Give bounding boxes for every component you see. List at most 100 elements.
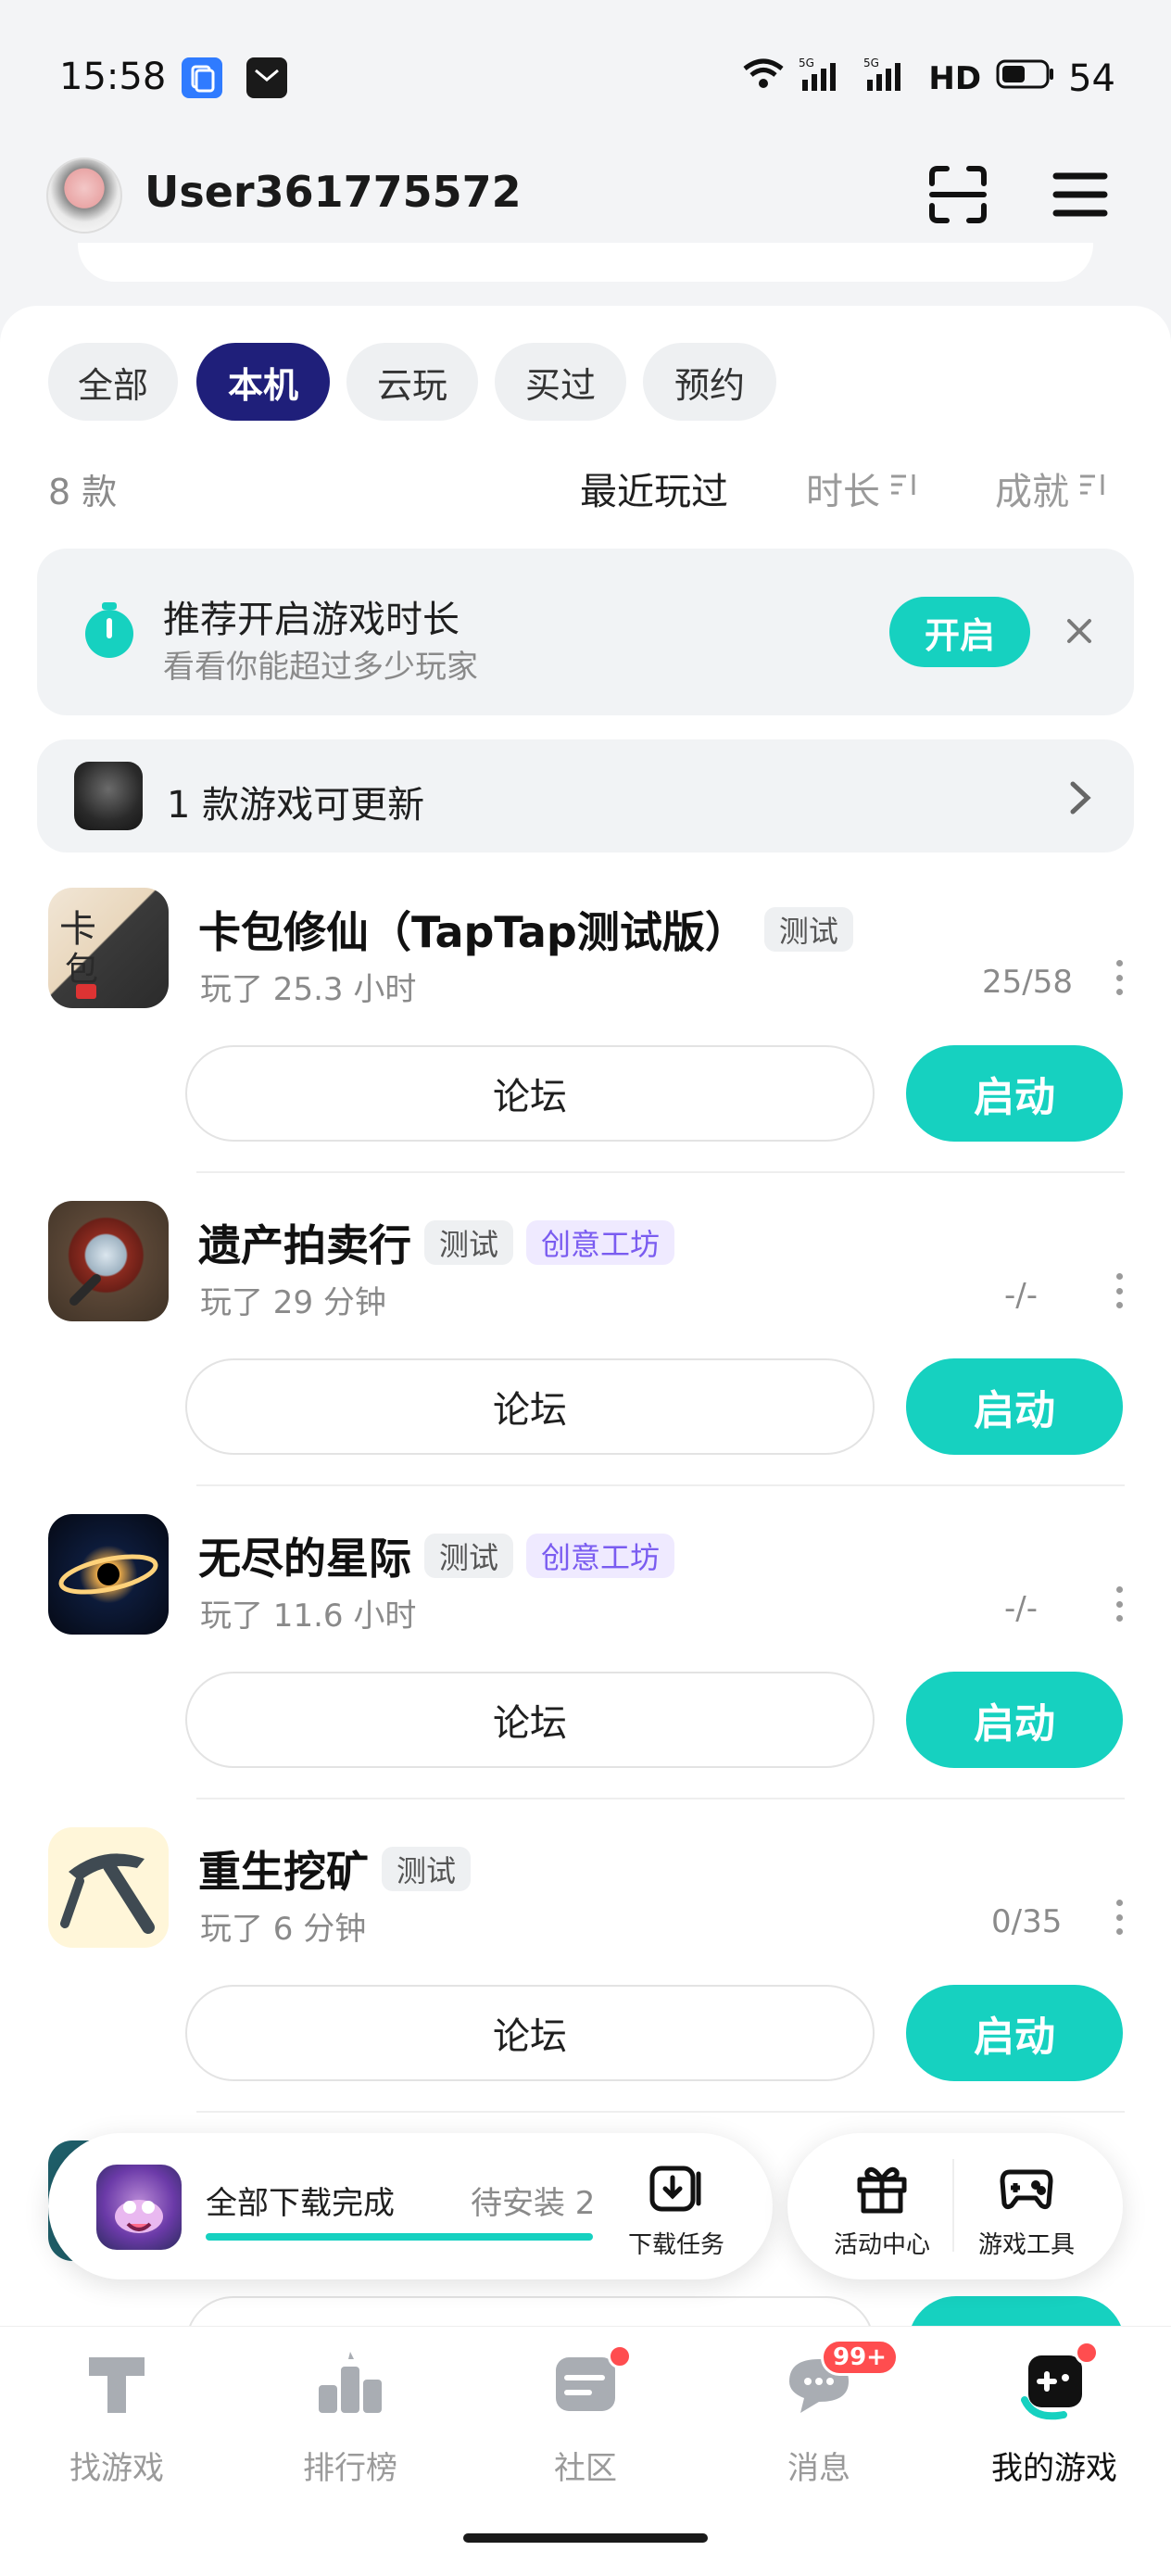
enable-playtime-button[interactable]: 开启 bbox=[889, 597, 1030, 667]
game-icon[interactable] bbox=[48, 1201, 169, 1321]
game-title-row: 重生挖矿 测试 bbox=[198, 1838, 472, 1900]
sort-recent-label: 最近玩过 bbox=[580, 471, 728, 513]
svg-text:包: 包 bbox=[65, 951, 98, 989]
nav-rankings[interactable]: 排行榜 bbox=[258, 2344, 443, 2502]
collapsed-header-card bbox=[78, 243, 1093, 282]
tag-test: 测试 bbox=[424, 1220, 514, 1265]
sort-order-icon bbox=[1077, 469, 1108, 508]
filter-chip-all[interactable]: 全部 bbox=[48, 343, 178, 421]
nav-my-games[interactable]: 我的游戏 bbox=[962, 2341, 1147, 2502]
banner-title: 推荐开启游戏时长 bbox=[163, 599, 460, 641]
launch-button[interactable]: 启动 bbox=[906, 1358, 1123, 1455]
game-playtime: 玩了 11.6 小时 bbox=[200, 1597, 417, 1635]
divider bbox=[196, 2111, 1125, 2113]
sort-duration[interactable]: 时长 bbox=[806, 461, 919, 515]
message-badge: 99+ bbox=[821, 2339, 899, 2376]
my-games-icon bbox=[1015, 2341, 1099, 2422]
download-progress-bar bbox=[206, 2233, 593, 2241]
download-game-thumbnail bbox=[96, 2165, 182, 2250]
tool-divider bbox=[952, 2159, 954, 2252]
signal-icon: 5G bbox=[799, 56, 850, 102]
wifi-icon bbox=[741, 56, 786, 102]
avatar[interactable] bbox=[46, 158, 122, 234]
nav-find-games[interactable]: 找游戏 bbox=[24, 2344, 209, 2502]
update-game-thumbnail bbox=[74, 762, 143, 830]
filter-chip-local[interactable]: 本机 bbox=[196, 343, 330, 421]
nav-label: 我的游戏 bbox=[991, 2450, 1117, 2487]
game-playtime: 玩了 29 分钟 bbox=[200, 1284, 386, 1321]
game-title[interactable]: 重生挖矿 bbox=[198, 1838, 369, 1900]
game-playtime: 玩了 25.3 小时 bbox=[200, 971, 417, 1008]
sort-order-icon bbox=[888, 469, 919, 508]
close-icon[interactable] bbox=[1056, 608, 1102, 654]
messages-icon: 99+ bbox=[780, 2339, 899, 2422]
game-icon[interactable] bbox=[48, 1827, 169, 1948]
svg-text:卡: 卡 bbox=[59, 908, 96, 951]
tag-workshop: 创意工坊 bbox=[526, 1534, 675, 1578]
unread-dot bbox=[608, 2344, 632, 2368]
tag-test: 测试 bbox=[424, 1534, 514, 1578]
more-options-icon[interactable] bbox=[1110, 1581, 1128, 1627]
download-icon[interactable] bbox=[648, 2163, 704, 2215]
community-icon bbox=[547, 2344, 632, 2422]
filter-chip-reserved[interactable]: 预约 bbox=[643, 343, 776, 421]
forum-button[interactable]: 论坛 bbox=[185, 1672, 875, 1768]
update-text: 1 款游戏可更新 bbox=[167, 784, 425, 827]
game-title[interactable]: 卡包修仙（TapTap测试版） bbox=[198, 899, 748, 960]
status-right: 5G 5G HD 54 bbox=[741, 56, 1115, 102]
nav-community[interactable]: 社区 bbox=[493, 2344, 678, 2502]
download-tasks-label[interactable]: 下载任务 bbox=[628, 2226, 724, 2260]
game-icon[interactable]: 卡包 bbox=[48, 888, 169, 1008]
divider bbox=[196, 1171, 1125, 1173]
sort-duration-label: 时长 bbox=[806, 471, 880, 513]
more-options-icon[interactable] bbox=[1110, 954, 1128, 1001]
divider bbox=[196, 1484, 1125, 1486]
game-title[interactable]: 遗产拍卖行 bbox=[198, 1212, 411, 1273]
gamepad-icon[interactable] bbox=[999, 2159, 1054, 2215]
nav-label: 排行榜 bbox=[303, 2450, 397, 2487]
activity-center-label[interactable]: 活动中心 bbox=[834, 2226, 930, 2260]
nav-label: 找游戏 bbox=[69, 2450, 164, 2487]
tag-workshop: 创意工坊 bbox=[526, 1220, 675, 1265]
find-games-icon bbox=[78, 2344, 156, 2422]
achievement-progress: -/- bbox=[1004, 1277, 1038, 1314]
status-time: 15:58 bbox=[59, 56, 167, 98]
svg-text:5G: 5G bbox=[863, 57, 879, 69]
sort-recent[interactable]: 最近玩过 bbox=[580, 461, 728, 515]
more-options-icon[interactable] bbox=[1110, 1268, 1128, 1314]
svg-text:5G: 5G bbox=[799, 57, 814, 69]
launch-button[interactable]: 启动 bbox=[906, 1985, 1123, 2081]
battery-icon bbox=[994, 57, 1055, 100]
rankings-icon bbox=[311, 2344, 389, 2422]
game-count: 8 款 bbox=[48, 472, 118, 512]
filter-chip-cloud[interactable]: 云玩 bbox=[346, 343, 478, 421]
nav-messages[interactable]: 99+ 消息 bbox=[726, 2339, 912, 2502]
launch-button[interactable]: 启动 bbox=[906, 1672, 1123, 1768]
nav-label: 社区 bbox=[554, 2450, 617, 2487]
filter-chip-bought[interactable]: 买过 bbox=[495, 343, 626, 421]
banner-subtitle: 看看你能超过多少玩家 bbox=[163, 649, 478, 686]
game-tools-label[interactable]: 游戏工具 bbox=[978, 2226, 1075, 2260]
unread-dot bbox=[1075, 2341, 1099, 2365]
sort-achievement[interactable]: 成就 bbox=[995, 461, 1108, 515]
app-notification-icon bbox=[182, 57, 222, 98]
username[interactable]: User361775572 bbox=[145, 167, 522, 217]
game-icon[interactable] bbox=[48, 1514, 169, 1635]
mail-notification-icon bbox=[246, 57, 287, 98]
tag-test: 测试 bbox=[382, 1847, 472, 1891]
nav-label: 消息 bbox=[787, 2450, 850, 2487]
forum-button[interactable]: 论坛 bbox=[185, 1045, 875, 1142]
signal-icon: 5G bbox=[863, 56, 915, 102]
download-status: 全部下载完成 bbox=[206, 2185, 395, 2222]
achievement-progress: 0/35 bbox=[991, 1903, 1063, 1940]
chevron-right-icon bbox=[1062, 775, 1099, 821]
scan-icon[interactable] bbox=[926, 163, 989, 226]
launch-button[interactable]: 启动 bbox=[906, 1045, 1123, 1142]
game-title[interactable]: 无尽的星际 bbox=[198, 1525, 411, 1586]
more-options-icon[interactable] bbox=[1110, 1894, 1128, 1940]
forum-button[interactable]: 论坛 bbox=[185, 1985, 875, 2081]
forum-button[interactable]: 论坛 bbox=[185, 1358, 875, 1455]
menu-icon[interactable] bbox=[1051, 165, 1110, 224]
gift-icon[interactable] bbox=[854, 2159, 910, 2215]
game-playtime: 玩了 6 分钟 bbox=[200, 1911, 367, 1948]
